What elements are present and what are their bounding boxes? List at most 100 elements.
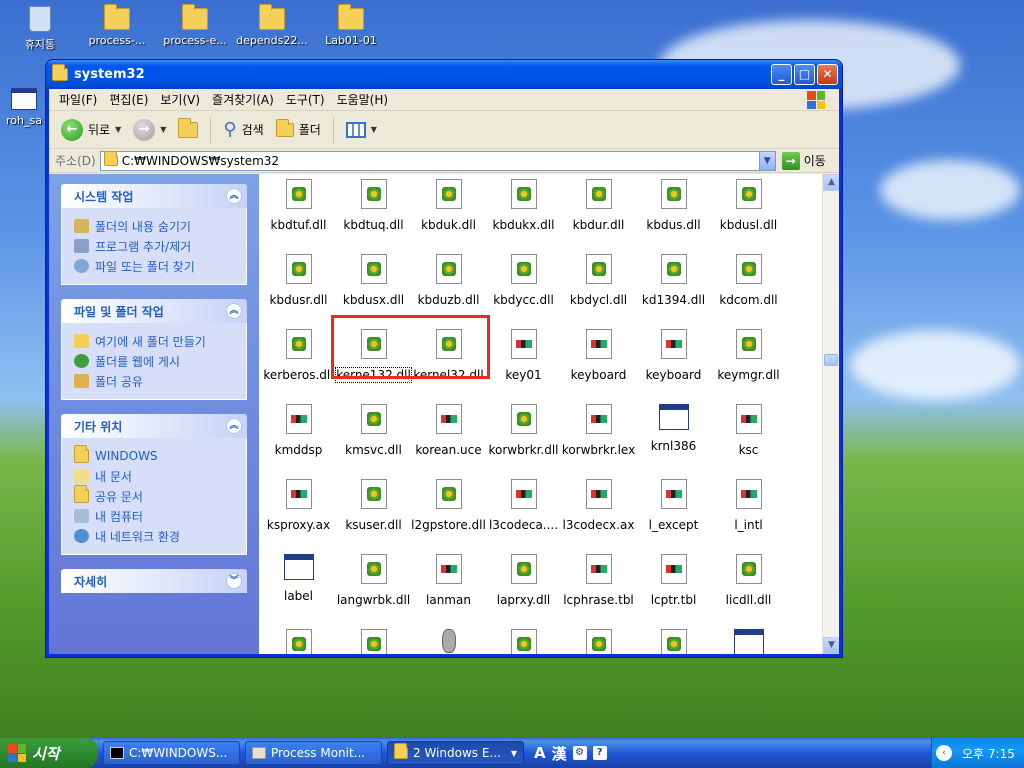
file-item[interactable]: licdll.dll bbox=[711, 549, 786, 624]
ime-options-icon[interactable]: ⚙ bbox=[572, 746, 587, 760]
clock[interactable]: 오후 7:15 bbox=[962, 745, 1015, 762]
file-item[interactable]: l_intl bbox=[711, 474, 786, 549]
file-item[interactable]: kd1394.dll bbox=[636, 249, 711, 324]
file-item[interactable]: ksproxy.ax bbox=[261, 474, 336, 549]
file-item[interactable]: kbdusl.dll bbox=[711, 174, 786, 249]
back-button[interactable]: ← 뒤로 ▼ bbox=[57, 116, 125, 144]
file-item[interactable] bbox=[486, 624, 561, 654]
file-item[interactable] bbox=[261, 624, 336, 654]
file-item[interactable]: label bbox=[261, 549, 336, 624]
minimize-button[interactable]: _ bbox=[771, 64, 792, 85]
link-search-files[interactable]: 파일 또는 폴더 찾기 bbox=[74, 256, 236, 276]
file-item[interactable]: kbdur.dll bbox=[561, 174, 636, 249]
link-new-folder[interactable]: 여기에 새 폴더 만들기 bbox=[74, 331, 236, 351]
forward-button[interactable]: → ▼ bbox=[129, 116, 170, 144]
file-item[interactable]: kmddsp bbox=[261, 399, 336, 474]
file-item[interactable]: keyboard bbox=[636, 324, 711, 399]
file-item[interactable]: krnl386 bbox=[636, 399, 711, 474]
file-item[interactable]: kbdycc.dll bbox=[486, 249, 561, 324]
chevron-up-icon[interactable]: ︽ bbox=[226, 418, 242, 434]
desktop-icon-recycle-bin[interactable]: 휴지통 bbox=[2, 6, 78, 52]
chevron-down-icon[interactable]: ▼ bbox=[160, 125, 166, 134]
chevron-down-icon[interactable]: ︾ bbox=[226, 573, 242, 589]
link-network-places[interactable]: 내 네트워크 환경 bbox=[74, 526, 236, 546]
maximize-button[interactable]: □ bbox=[794, 64, 815, 85]
file-item[interactable]: ksc bbox=[711, 399, 786, 474]
up-button[interactable] bbox=[174, 117, 202, 141]
file-item[interactable]: laprxy.dll bbox=[486, 549, 561, 624]
link-publish-web[interactable]: 폴더를 웹에 게시 bbox=[74, 351, 236, 371]
menu-file[interactable]: 파일(F) bbox=[53, 91, 103, 108]
file-item[interactable]: kbdus.dll bbox=[636, 174, 711, 249]
file-item[interactable]: kdcom.dll bbox=[711, 249, 786, 324]
file-item[interactable]: keymgr.dll bbox=[711, 324, 786, 399]
close-button[interactable]: ✕ bbox=[817, 64, 838, 85]
chevron-down-icon[interactable]: ▼ bbox=[115, 125, 121, 134]
hanja-button[interactable]: 漢 bbox=[552, 743, 567, 764]
file-item[interactable] bbox=[336, 624, 411, 654]
link-shared-documents[interactable]: 공유 문서 bbox=[74, 485, 236, 506]
file-item[interactable]: kbduzb.dll bbox=[411, 249, 486, 324]
folders-button[interactable]: 폴더 bbox=[272, 118, 325, 141]
panel-header[interactable]: 파일 및 폴더 작업 ︽ bbox=[61, 299, 247, 323]
vertical-scrollbar[interactable]: ▲ ▼ bbox=[822, 174, 839, 654]
file-item[interactable]: kbdtuq.dll bbox=[336, 174, 411, 249]
menu-favorites[interactable]: 즐겨찾기(A) bbox=[206, 91, 280, 108]
file-item[interactable]: kbdycl.dll bbox=[561, 249, 636, 324]
file-item[interactable]: kbdukx.dll bbox=[486, 174, 561, 249]
file-item[interactable]: l3codeca.... bbox=[486, 474, 561, 549]
chevron-left-icon[interactable]: ‹ bbox=[936, 745, 952, 761]
file-item[interactable] bbox=[561, 624, 636, 654]
file-item[interactable]: kerberos.dll bbox=[261, 324, 336, 399]
search-button[interactable]: ⚲ 검색 bbox=[219, 116, 267, 143]
help-icon[interactable]: ? bbox=[592, 746, 607, 760]
menu-edit[interactable]: 편집(E) bbox=[103, 91, 154, 108]
desktop-icon-folder[interactable]: process-... bbox=[79, 4, 155, 47]
menu-help[interactable]: 도움말(H) bbox=[331, 91, 395, 108]
file-item[interactable]: lcphrase.tbl bbox=[561, 549, 636, 624]
scroll-down-button[interactable]: ▼ bbox=[823, 637, 839, 654]
link-my-documents[interactable]: 내 문서 bbox=[74, 466, 236, 486]
link-hide-folder-contents[interactable]: 폴더의 내용 숨기기 bbox=[74, 216, 236, 236]
desktop-icon-folder[interactable]: depends22... bbox=[234, 4, 310, 47]
link-share-folder[interactable]: 폴더 공유 bbox=[74, 371, 236, 391]
file-item[interactable]: keyboard bbox=[561, 324, 636, 399]
file-item[interactable]: l3codecx.ax bbox=[561, 474, 636, 549]
file-item[interactable]: kbduk.dll bbox=[411, 174, 486, 249]
chevron-up-icon[interactable]: ︽ bbox=[226, 188, 242, 204]
desktop-icon-folder[interactable]: process-e... bbox=[157, 4, 233, 47]
file-item[interactable]: korwbrkr.dll bbox=[486, 399, 561, 474]
menu-view[interactable]: 보기(V) bbox=[154, 91, 206, 108]
file-item[interactable]: kbdtuf.dll bbox=[261, 174, 336, 249]
panel-header[interactable]: 기타 위치 ︽ bbox=[61, 414, 247, 438]
file-item[interactable]: korean.uce bbox=[411, 399, 486, 474]
file-item[interactable]: lcptr.tbl bbox=[636, 549, 711, 624]
menu-tools[interactable]: 도구(T) bbox=[280, 91, 331, 108]
link-my-computer[interactable]: 내 컴퓨터 bbox=[74, 506, 236, 526]
chevron-up-icon[interactable]: ︽ bbox=[226, 303, 242, 319]
file-item[interactable] bbox=[636, 624, 711, 654]
file-list-view[interactable]: kbdtuf.dll kbdtuq.dll kbduk.dll kbdukx.dll k… bbox=[259, 174, 839, 654]
file-item[interactable]: korwbrkr.lex bbox=[561, 399, 636, 474]
chevron-down-icon[interactable]: ▼ bbox=[758, 151, 775, 170]
views-button[interactable]: ▼ bbox=[342, 119, 381, 141]
file-item[interactable] bbox=[711, 624, 786, 654]
scroll-thumb[interactable] bbox=[824, 354, 838, 366]
go-button[interactable]: → 이동 bbox=[781, 151, 826, 170]
taskbar-button-explorer-group[interactable]: 2 Windows E... ▼ bbox=[387, 741, 524, 765]
file-item[interactable]: ksuser.dll bbox=[336, 474, 411, 549]
start-button[interactable]: 시작 bbox=[0, 738, 98, 768]
taskbar-button-procmon[interactable]: Process Monit... bbox=[245, 741, 382, 765]
desktop-icon-folder[interactable]: Lab01-01 bbox=[313, 4, 389, 47]
file-item[interactable]: l_except bbox=[636, 474, 711, 549]
chevron-down-icon[interactable]: ▼ bbox=[371, 125, 377, 134]
file-item[interactable]: kmsvc.dll bbox=[336, 399, 411, 474]
address-input[interactable]: C:₩WINDOWS₩system32 ▼ bbox=[99, 150, 776, 171]
file-item[interactable]: kbdusx.dll bbox=[336, 249, 411, 324]
scroll-up-button[interactable]: ▲ bbox=[823, 174, 839, 191]
link-windows[interactable]: WINDOWS bbox=[74, 445, 236, 466]
link-add-remove-programs[interactable]: 프로그램 추가/제거 bbox=[74, 236, 236, 256]
panel-header[interactable]: 시스템 작업 ︽ bbox=[61, 184, 247, 208]
input-mode-button[interactable]: A bbox=[534, 744, 546, 762]
file-item[interactable]: langwrbk.dll bbox=[336, 549, 411, 624]
